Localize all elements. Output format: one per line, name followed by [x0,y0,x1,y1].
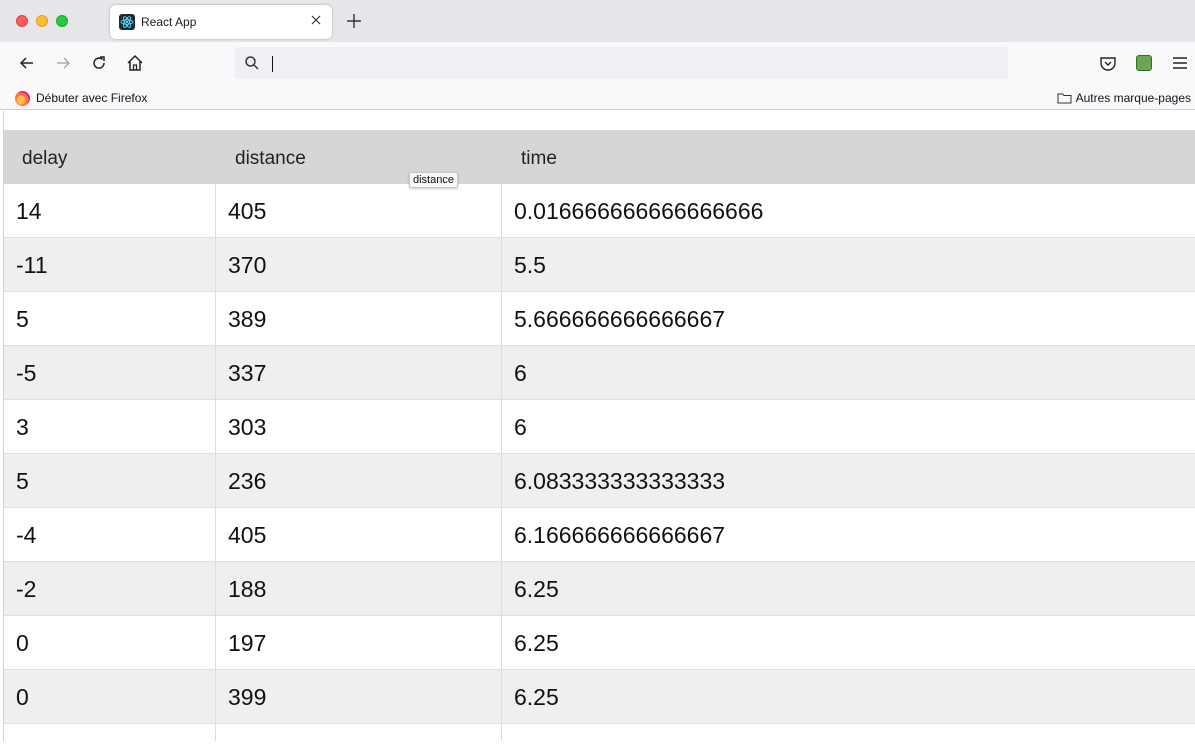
menu-icon[interactable] [1170,53,1190,73]
cell-time: 5.5 [514,252,546,278]
table-row: 0 197 6.25 [4,616,1195,670]
cell-time: 6.25 [514,684,559,710]
url-bar[interactable] [235,47,1008,79]
cell-distance: 370 [216,238,502,292]
cell-delay: 3 [4,400,216,454]
table-row: 55036.25 [4,724,1195,741]
tab-title: React App [141,15,197,29]
cell-time: 6.083333333333333 [514,468,726,494]
table-row: -11 370 5.5 [4,238,1195,292]
minimize-window-button[interactable] [36,15,48,27]
cell-time: 6.25 [514,576,559,602]
close-tab-icon[interactable] [309,13,323,27]
text-caret [272,56,273,72]
bookmark-getting-started[interactable]: Débuter avec Firefox [15,90,147,106]
table-row: 5 236 6.083333333333333 [4,454,1195,508]
tab-react-app[interactable]: React App [110,5,332,39]
cell-delay: -5 [4,346,216,400]
zoom-window-button[interactable] [56,15,68,27]
table-row: 3 303 6 [4,400,1195,454]
other-bookmarks[interactable]: Autres marque-pages [1057,90,1191,106]
table-header: delay distance time [4,130,1195,184]
cell-distance: 405 [216,508,502,562]
cell-distance: 197 [216,616,502,670]
tab-strip: React App [0,0,1195,42]
cell-delay: -11 [4,238,216,292]
cell-delay: 0 [4,670,216,724]
page-content: delay distance time 14 405 0.0166666666666… [3,111,1195,741]
firefox-icon [15,90,30,106]
bookmark-label: Débuter avec Firefox [36,91,148,105]
cell-distance: 399 [216,670,502,724]
cell-distance: 303 [216,400,502,454]
cell-distance: 503 [216,724,502,741]
home-icon[interactable] [125,53,145,73]
cell-time: 0.016666666666666666 [514,198,764,224]
back-icon[interactable] [17,53,37,73]
extension-icon[interactable] [1136,55,1152,71]
folder-icon [1057,93,1072,104]
cell-delay: 14 [4,184,216,238]
react-favicon-icon [119,14,135,30]
cell-distance: 188 [216,562,502,616]
table-row: 0 399 6.25 [4,670,1195,724]
cell-delay: 5 [4,292,216,346]
table-row: 5 389 5.666666666666667 [4,292,1195,346]
cell-time: 5.666666666666667 [514,306,726,332]
cell-time: 6.25 [514,630,559,656]
table-row: -4 405 6.166666666666667 [4,508,1195,562]
tooltip: distance [409,172,458,188]
bookmarks-bar: Débuter avec Firefox Autres marque-pages [0,86,1195,110]
reload-icon[interactable] [89,53,109,73]
header-distance[interactable]: distance [235,148,306,170]
cell-delay: -2 [4,562,216,616]
close-window-button[interactable] [16,15,28,27]
cell-distance: 389 [216,292,502,346]
cell-time: 6.166666666666667 [514,522,726,548]
table-row: -2 188 6.25 [4,562,1195,616]
cell-distance: 405 [216,184,502,238]
forward-icon[interactable] [53,53,73,73]
table-row: 14 405 0.016666666666666666 [4,184,1195,238]
cell-distance: 236 [216,454,502,508]
search-icon [245,56,259,70]
new-tab-icon[interactable] [345,12,363,30]
cell-delay: 5 [4,724,216,741]
cell-delay: -4 [4,508,216,562]
cell-time: 6 [514,360,527,386]
header-delay[interactable]: delay [22,148,67,170]
cell-time: 6.25 [502,724,1195,741]
cell-delay: 5 [4,454,216,508]
other-bookmarks-label: Autres marque-pages [1075,91,1191,105]
cell-distance: 337 [216,346,502,400]
header-time[interactable]: time [521,148,557,170]
pocket-icon[interactable] [1098,54,1118,74]
cell-delay: 0 [4,616,216,670]
nav-toolbar [0,42,1195,86]
table-row: -5 337 6 [4,346,1195,400]
cell-time: 6 [514,414,527,440]
